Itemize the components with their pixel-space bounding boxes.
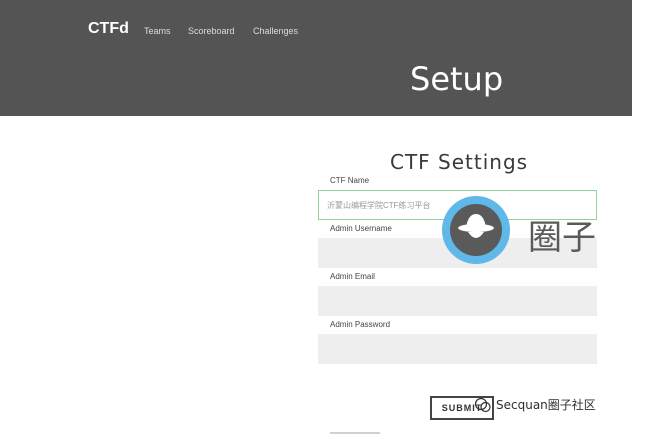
ctf-name-label: CTF Name (330, 176, 370, 185)
admin-username-label: Admin Username (330, 224, 392, 233)
page-title: Setup (410, 60, 504, 98)
wechat-icon (474, 396, 492, 414)
page-edge (632, 0, 648, 434)
watermark-text: 圈子 (528, 218, 596, 258)
brand-link[interactable]: CTFd (88, 20, 129, 38)
form-title: CTF Settings (390, 150, 529, 174)
nav-link-challenges[interactable]: Challenges (253, 26, 298, 36)
admin-email-label: Admin Email (330, 272, 375, 281)
nav-link-teams[interactable]: Teams (144, 26, 171, 36)
footer-watermark: Secquan圈子社区 (496, 398, 596, 412)
admin-password-input[interactable] (318, 334, 597, 364)
admin-password-label: Admin Password (330, 320, 391, 329)
watermark-logo (442, 196, 510, 264)
hat-icon (450, 204, 502, 256)
admin-email-input[interactable] (318, 286, 597, 316)
top-navbar: CTFd Teams Scoreboard Challenges Setup (0, 0, 632, 116)
nav-link-scoreboard[interactable]: Scoreboard (188, 26, 235, 36)
